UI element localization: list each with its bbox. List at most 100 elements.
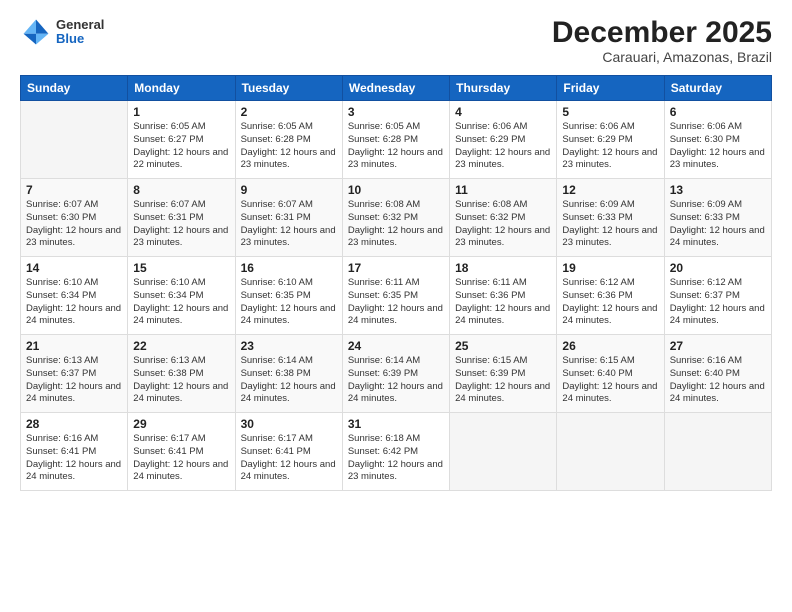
day-info: Sunrise: 6:12 AM Sunset: 6:37 PM Dayligh… xyxy=(670,277,766,328)
calendar-cell: 22 Sunrise: 6:13 AM Sunset: 6:38 PM Dayli… xyxy=(128,335,235,413)
calendar-week-row: 28 Sunrise: 6:16 AM Sunset: 6:41 PM Dayli… xyxy=(21,413,772,491)
calendar-cell xyxy=(557,413,664,491)
day-info: Sunrise: 6:05 AM Sunset: 6:28 PM Dayligh… xyxy=(348,121,444,172)
calendar-table: SundayMondayTuesdayWednesdayThursdayFrid… xyxy=(20,75,772,491)
day-info: Sunrise: 6:10 AM Sunset: 6:34 PM Dayligh… xyxy=(133,277,229,328)
logo-general: General xyxy=(56,18,104,32)
day-number: 8 xyxy=(133,183,229,197)
calendar-cell: 21Sunrise: 6:13 AM Sunset: 6:37 PM Dayli… xyxy=(21,335,128,413)
logo-blue: Blue xyxy=(56,32,104,46)
day-number: 27 xyxy=(670,339,766,353)
day-number: 12 xyxy=(562,183,658,197)
calendar-cell xyxy=(450,413,557,491)
logo: General Blue xyxy=(20,16,104,48)
calendar-cell: 29 Sunrise: 6:17 AM Sunset: 6:41 PM Dayli… xyxy=(128,413,235,491)
day-number: 28 xyxy=(26,417,122,431)
day-info: Sunrise: 6:16 AM Sunset: 6:41 PM Dayligh… xyxy=(26,433,122,484)
day-number: 25 xyxy=(455,339,551,353)
day-number: 23 xyxy=(241,339,337,353)
day-number: 9 xyxy=(241,183,337,197)
day-number: 24 xyxy=(348,339,444,353)
calendar-cell: 12 Sunrise: 6:09 AM Sunset: 6:33 PM Dayli… xyxy=(557,179,664,257)
day-number: 15 xyxy=(133,261,229,275)
calendar-week-row: 7 Sunrise: 6:07 AM Sunset: 6:30 PM Daylig… xyxy=(21,179,772,257)
calendar-cell: 8 Sunrise: 6:07 AM Sunset: 6:31 PM Daylig… xyxy=(128,179,235,257)
day-info: Sunrise: 6:14 AM Sunset: 6:39 PM Dayligh… xyxy=(348,355,444,406)
calendar-week-row: 21Sunrise: 6:13 AM Sunset: 6:37 PM Dayli… xyxy=(21,335,772,413)
main-title: December 2025 xyxy=(552,16,772,49)
logo-text: General Blue xyxy=(56,18,104,47)
day-number: 6 xyxy=(670,105,766,119)
calendar-cell xyxy=(664,413,771,491)
day-number: 14 xyxy=(26,261,122,275)
day-number: 4 xyxy=(455,105,551,119)
day-number: 26 xyxy=(562,339,658,353)
calendar-cell: 14 Sunrise: 6:10 AM Sunset: 6:34 PM Dayli… xyxy=(21,257,128,335)
day-info: Sunrise: 6:10 AM Sunset: 6:34 PM Dayligh… xyxy=(26,277,122,328)
day-info: Sunrise: 6:17 AM Sunset: 6:41 PM Dayligh… xyxy=(133,433,229,484)
day-info: Sunrise: 6:05 AM Sunset: 6:28 PM Dayligh… xyxy=(241,121,337,172)
day-info: Sunrise: 6:07 AM Sunset: 6:31 PM Dayligh… xyxy=(241,199,337,250)
calendar-cell: 16Sunrise: 6:10 AM Sunset: 6:35 PM Dayli… xyxy=(235,257,342,335)
day-info: Sunrise: 6:09 AM Sunset: 6:33 PM Dayligh… xyxy=(670,199,766,250)
weekday-header: Friday xyxy=(557,76,664,101)
day-info: Sunrise: 6:11 AM Sunset: 6:36 PM Dayligh… xyxy=(455,277,551,328)
calendar-cell xyxy=(21,101,128,179)
calendar-cell: 30 Sunrise: 6:17 AM Sunset: 6:41 PM Dayli… xyxy=(235,413,342,491)
day-info: Sunrise: 6:06 AM Sunset: 6:30 PM Dayligh… xyxy=(670,121,766,172)
day-info: Sunrise: 6:18 AM Sunset: 6:42 PM Dayligh… xyxy=(348,433,444,484)
calendar-cell: 10Sunrise: 6:08 AM Sunset: 6:32 PM Dayli… xyxy=(342,179,449,257)
calendar-cell: 11Sunrise: 6:08 AM Sunset: 6:32 PM Dayli… xyxy=(450,179,557,257)
calendar-cell: 18Sunrise: 6:11 AM Sunset: 6:36 PM Dayli… xyxy=(450,257,557,335)
day-info: Sunrise: 6:06 AM Sunset: 6:29 PM Dayligh… xyxy=(562,121,658,172)
calendar-header-row: SundayMondayTuesdayWednesdayThursdayFrid… xyxy=(21,76,772,101)
calendar-cell: 27Sunrise: 6:16 AM Sunset: 6:40 PM Dayli… xyxy=(664,335,771,413)
day-info: Sunrise: 6:10 AM Sunset: 6:35 PM Dayligh… xyxy=(241,277,337,328)
weekday-header: Tuesday xyxy=(235,76,342,101)
calendar-cell: 31 Sunrise: 6:18 AM Sunset: 6:42 PM Dayli… xyxy=(342,413,449,491)
header: General Blue December 2025 Carauari, Ama… xyxy=(20,16,772,65)
day-info: Sunrise: 6:09 AM Sunset: 6:33 PM Dayligh… xyxy=(562,199,658,250)
day-number: 30 xyxy=(241,417,337,431)
calendar-cell: 7 Sunrise: 6:07 AM Sunset: 6:30 PM Daylig… xyxy=(21,179,128,257)
day-number: 5 xyxy=(562,105,658,119)
day-info: Sunrise: 6:07 AM Sunset: 6:30 PM Dayligh… xyxy=(26,199,122,250)
calendar-cell: 20Sunrise: 6:12 AM Sunset: 6:37 PM Dayli… xyxy=(664,257,771,335)
subtitle: Carauari, Amazonas, Brazil xyxy=(552,49,772,65)
day-info: Sunrise: 6:17 AM Sunset: 6:41 PM Dayligh… xyxy=(241,433,337,484)
day-number: 7 xyxy=(26,183,122,197)
page: General Blue December 2025 Carauari, Ama… xyxy=(0,0,792,612)
calendar-cell: 24 Sunrise: 6:14 AM Sunset: 6:39 PM Dayli… xyxy=(342,335,449,413)
day-info: Sunrise: 6:13 AM Sunset: 6:37 PM Dayligh… xyxy=(26,355,122,406)
weekday-header: Monday xyxy=(128,76,235,101)
weekday-header: Thursday xyxy=(450,76,557,101)
calendar-cell: 25Sunrise: 6:15 AM Sunset: 6:39 PM Dayli… xyxy=(450,335,557,413)
day-info: Sunrise: 6:13 AM Sunset: 6:38 PM Dayligh… xyxy=(133,355,229,406)
calendar-cell: 19Sunrise: 6:12 AM Sunset: 6:36 PM Dayli… xyxy=(557,257,664,335)
calendar-cell: 15 Sunrise: 6:10 AM Sunset: 6:34 PM Dayli… xyxy=(128,257,235,335)
day-number: 31 xyxy=(348,417,444,431)
weekday-header: Wednesday xyxy=(342,76,449,101)
day-number: 22 xyxy=(133,339,229,353)
day-info: Sunrise: 6:06 AM Sunset: 6:29 PM Dayligh… xyxy=(455,121,551,172)
day-info: Sunrise: 6:08 AM Sunset: 6:32 PM Dayligh… xyxy=(455,199,551,250)
calendar-cell: 23 Sunrise: 6:14 AM Sunset: 6:38 PM Dayli… xyxy=(235,335,342,413)
calendar-cell: 9 Sunrise: 6:07 AM Sunset: 6:31 PM Daylig… xyxy=(235,179,342,257)
calendar-cell: 4 Sunrise: 6:06 AM Sunset: 6:29 PM Daylig… xyxy=(450,101,557,179)
day-info: Sunrise: 6:08 AM Sunset: 6:32 PM Dayligh… xyxy=(348,199,444,250)
day-info: Sunrise: 6:14 AM Sunset: 6:38 PM Dayligh… xyxy=(241,355,337,406)
day-number: 17 xyxy=(348,261,444,275)
day-info: Sunrise: 6:11 AM Sunset: 6:35 PM Dayligh… xyxy=(348,277,444,328)
calendar-cell: 17 Sunrise: 6:11 AM Sunset: 6:35 PM Dayli… xyxy=(342,257,449,335)
day-number: 29 xyxy=(133,417,229,431)
day-info: Sunrise: 6:12 AM Sunset: 6:36 PM Dayligh… xyxy=(562,277,658,328)
day-info: Sunrise: 6:07 AM Sunset: 6:31 PM Dayligh… xyxy=(133,199,229,250)
title-area: December 2025 Carauari, Amazonas, Brazil xyxy=(552,16,772,65)
calendar-week-row: 14 Sunrise: 6:10 AM Sunset: 6:34 PM Dayli… xyxy=(21,257,772,335)
calendar-cell: 26Sunrise: 6:15 AM Sunset: 6:40 PM Dayli… xyxy=(557,335,664,413)
day-info: Sunrise: 6:05 AM Sunset: 6:27 PM Dayligh… xyxy=(133,121,229,172)
calendar-cell: 6 Sunrise: 6:06 AM Sunset: 6:30 PM Daylig… xyxy=(664,101,771,179)
weekday-header: Saturday xyxy=(664,76,771,101)
calendar-cell: 2Sunrise: 6:05 AM Sunset: 6:28 PM Daylig… xyxy=(235,101,342,179)
calendar-cell: 1Sunrise: 6:05 AM Sunset: 6:27 PM Daylig… xyxy=(128,101,235,179)
